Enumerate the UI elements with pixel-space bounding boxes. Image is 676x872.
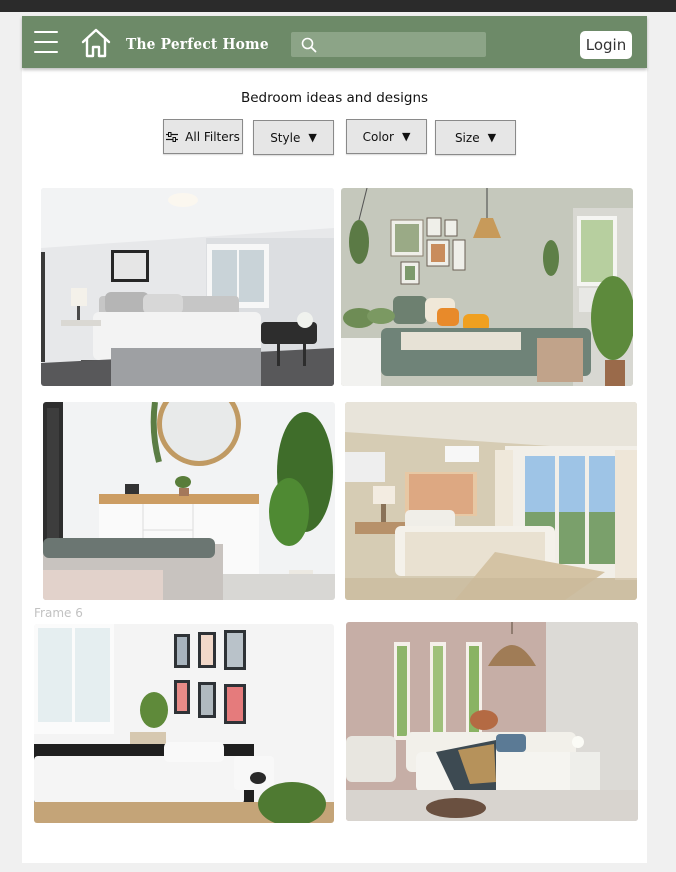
search-icon bbox=[301, 37, 317, 53]
bedroom-photo-pink-wall-pendant[interactable] bbox=[346, 622, 638, 821]
style-dropdown-label: Style bbox=[270, 130, 301, 145]
bedroom-photo-white-minimal[interactable] bbox=[41, 188, 334, 386]
window-top-strip bbox=[0, 0, 676, 12]
caret-down-icon: ▼ bbox=[401, 130, 411, 143]
caret-down-icon: ▼ bbox=[487, 131, 497, 144]
style-dropdown[interactable]: Style ▼ bbox=[253, 120, 334, 155]
page-heading: Bedroom ideas and designs bbox=[240, 90, 429, 106]
color-dropdown-label: Color bbox=[362, 129, 394, 144]
login-button[interactable]: Login bbox=[580, 31, 632, 59]
hamburger-menu-icon[interactable] bbox=[34, 31, 60, 53]
bedroom-photo-mirror-dresser[interactable] bbox=[43, 402, 335, 600]
page: The Perfect Home Login Bedroom ideas and… bbox=[22, 16, 647, 863]
search-input[interactable] bbox=[323, 34, 481, 55]
frame-label: Frame 6 bbox=[34, 606, 83, 620]
navbar: The Perfect Home Login bbox=[22, 16, 647, 68]
bedroom-photo-large-windows[interactable] bbox=[345, 402, 637, 600]
all-filters-button[interactable]: All Filters bbox=[163, 119, 243, 154]
size-dropdown-label: Size bbox=[454, 130, 480, 145]
search-bar[interactable] bbox=[291, 32, 486, 57]
color-dropdown[interactable]: Color ▼ bbox=[346, 119, 427, 154]
all-filters-label: All Filters bbox=[185, 129, 240, 144]
home-icon[interactable] bbox=[80, 27, 112, 59]
sliders-icon bbox=[166, 131, 179, 142]
size-dropdown[interactable]: Size ▼ bbox=[435, 120, 516, 155]
brand-title[interactable]: The Perfect Home bbox=[126, 35, 269, 53]
bedroom-photo-framed-prints[interactable] bbox=[34, 624, 334, 823]
caret-down-icon: ▼ bbox=[308, 131, 317, 144]
bedroom-photo-gallery-wall-plants[interactable] bbox=[341, 188, 633, 386]
